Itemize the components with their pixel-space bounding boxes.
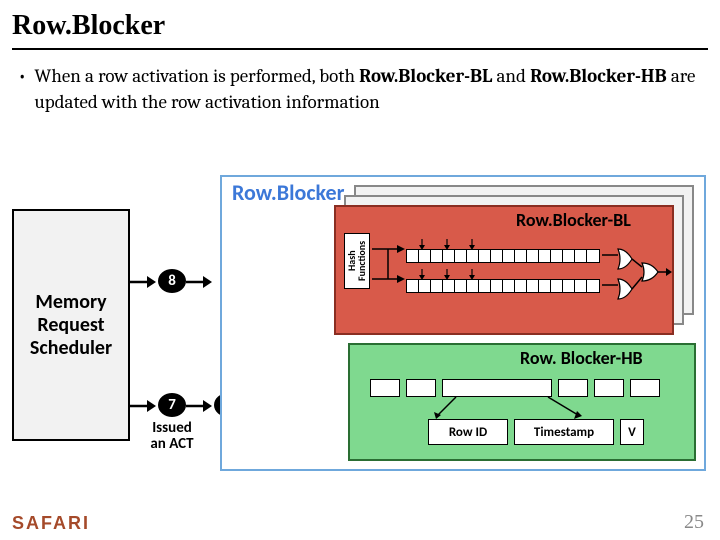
bullet-bold2: Row.Blocker-HB — [530, 65, 667, 87]
memory-request-scheduler-box: Memory Request Scheduler — [12, 209, 130, 441]
step-badge-8-label: 8 — [168, 272, 176, 290]
hb-field-valid: V — [620, 419, 644, 445]
hb-slot-4 — [594, 379, 624, 397]
bl-bitrow-1 — [406, 249, 600, 263]
bullet-text: When a row activation is performed, both… — [34, 64, 702, 115]
step-badge-7-label: 7 — [168, 396, 176, 414]
title-underline — [12, 48, 708, 50]
hb-slot-5 — [630, 379, 660, 397]
rowblocker-bl-box: Row.Blocker-BL HashFunctions — [334, 205, 674, 335]
footer-page-number: 25 — [684, 511, 704, 534]
hb-slot-0 — [370, 379, 400, 397]
hb-slot-1 — [406, 379, 436, 397]
slide-title: Row.Blocker — [0, 0, 720, 48]
rowblocker-hb-box: Row. Blocker-HB Row ID Timestamp V — [348, 343, 696, 461]
arrow-scheduler-to-7 — [130, 399, 156, 413]
arrow-8-to-insert — [186, 275, 212, 289]
hb-expand-arrows — [450, 397, 560, 419]
bullet-item: • When a row activation is performed, bo… — [0, 64, 720, 115]
diagram-area: Memory Request Scheduler 8 7 Issued an A… — [12, 175, 708, 495]
hash-functions-box: HashFunctions — [344, 233, 370, 289]
memory-request-scheduler-label: Memory Request Scheduler — [14, 291, 128, 360]
bullet-pre: When a row activation is performed, both — [34, 65, 359, 87]
footer-brand: SAFARI — [12, 513, 90, 534]
hb-slot-selected — [442, 379, 552, 397]
bullet-bold1: Row.Blocker-BL — [359, 65, 492, 87]
rowblocker-outer-box: Row.Blocker Row.Blocker-BL HashFunctions — [220, 175, 706, 471]
step-badge-8: 8 — [158, 269, 186, 293]
hb-field-timestamp: Timestamp — [514, 419, 614, 445]
rowblocker-hb-title: Row. Blocker-HB — [520, 347, 643, 369]
issued-act-caption: Issued an ACT — [142, 421, 202, 453]
bullet-dot: • — [18, 64, 34, 115]
rowblocker-title: Row.Blocker — [232, 179, 344, 206]
hb-slot-3 — [558, 379, 588, 397]
arrow-7-to-9 — [186, 399, 212, 413]
rowblocker-bl-title: Row.Blocker-BL — [516, 209, 631, 231]
hb-field-rowid: Row ID — [428, 419, 508, 445]
bullet-mid: and — [492, 65, 530, 87]
bl-or-tree — [602, 247, 670, 299]
step-badge-7: 7 — [158, 393, 186, 417]
bl-bitrow-2 — [406, 279, 600, 293]
arrow-scheduler-to-8 — [130, 275, 156, 289]
